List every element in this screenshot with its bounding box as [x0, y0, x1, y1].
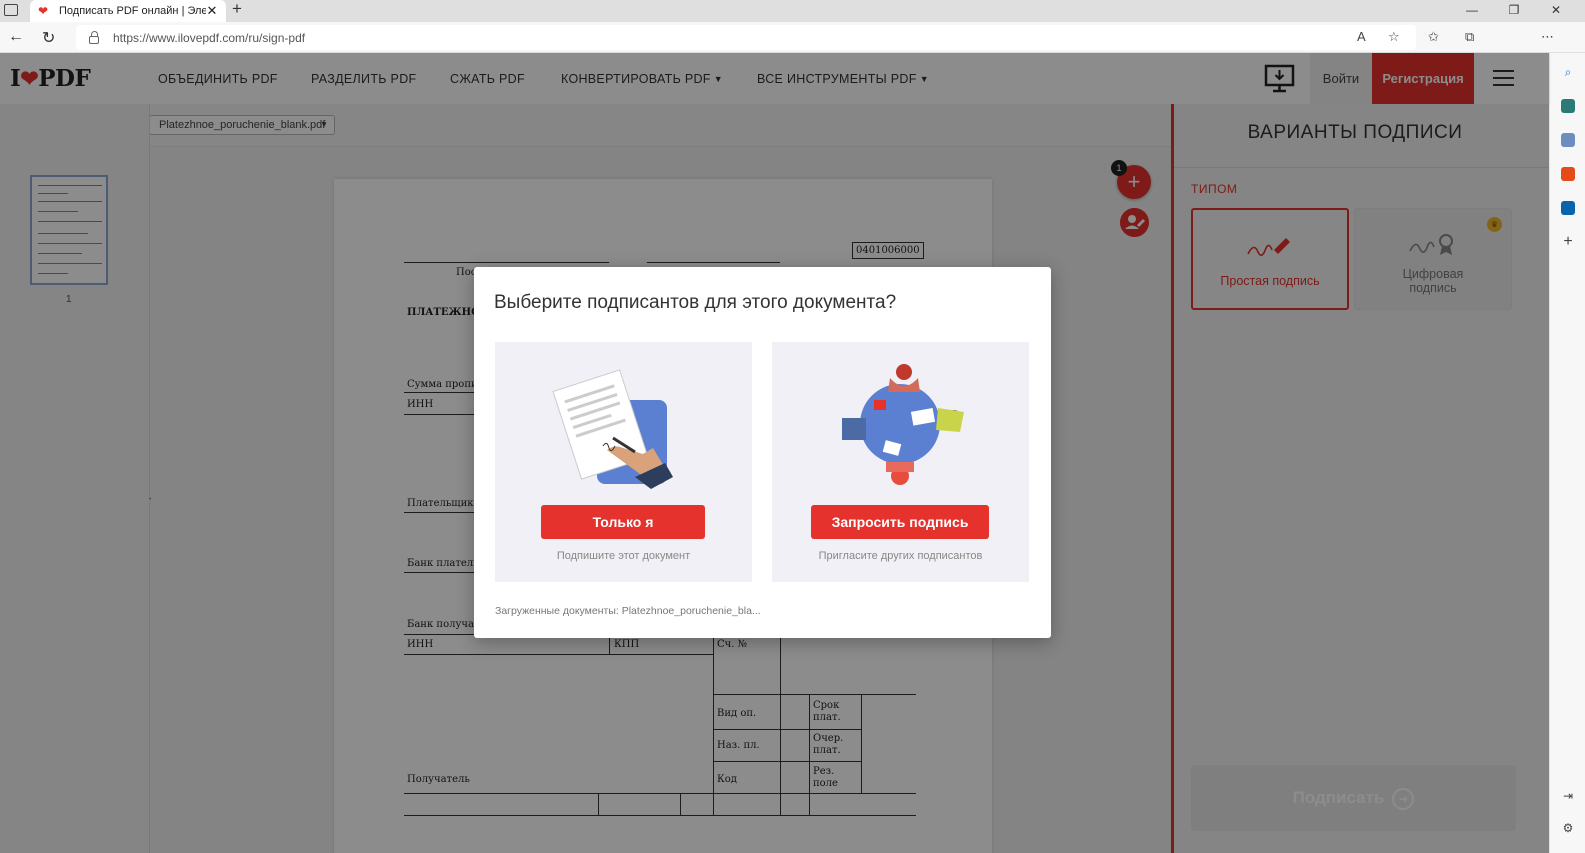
modal-title: Выберите подписантов для этого документа… — [494, 292, 897, 313]
hide-sidebar-icon[interactable]: ⇥ — [1561, 789, 1575, 803]
signers-modal: Выберите подписантов для этого документа… — [474, 267, 1051, 638]
url-text: https://www.ilovepdf.com/ru/sign-pdf — [113, 30, 306, 45]
search-icon[interactable]: ⌕ — [1561, 65, 1575, 79]
read-aloud-icon[interactable]: A — [1357, 29, 1366, 44]
shopping-icon[interactable] — [1561, 99, 1575, 113]
sidebar-toggle-icon[interactable] — [4, 4, 18, 16]
request-signature-card[interactable]: Запросить подпись Пригласите других подп… — [772, 342, 1029, 582]
new-tab-icon[interactable]: + — [232, 0, 242, 18]
url-field[interactable]: https://www.ilovepdf.com/ru/sign-pdf — [76, 25, 1416, 50]
favorites-icon[interactable]: ✩ — [1428, 29, 1439, 45]
browser-tabbar: ❤ Подписать PDF онлайн | Электр ✕ + — ❐ … — [0, 0, 1585, 22]
only-me-card[interactable]: Только я Подпишите этот документ — [495, 342, 752, 582]
edge-sidebar: ⌕ + ⇥ ⚙ — [1549, 53, 1585, 853]
add-favorite-icon[interactable]: ☆ — [1388, 29, 1400, 45]
browser-tab[interactable]: ❤ Подписать PDF онлайн | Электр ✕ — [30, 0, 226, 22]
collections-icon[interactable]: ⧉ — [1465, 29, 1474, 45]
sign-document-illustration — [552, 369, 673, 489]
window-close-icon[interactable]: ✕ — [1539, 0, 1573, 22]
add-sidebar-icon[interactable]: + — [1561, 234, 1575, 250]
tab-close-icon[interactable]: ✕ — [206, 3, 218, 19]
minimize-icon[interactable]: — — [1455, 0, 1489, 22]
only-me-subtitle: Подпишите этот документ — [556, 550, 691, 562]
address-bar: ← ↻ https://www.ilovepdf.com/ru/sign-pdf… — [0, 22, 1585, 53]
team-meeting-illustration — [842, 364, 964, 485]
uploaded-documents: Загруженные документы: Platezhnoe_poruch… — [495, 605, 761, 617]
request-signature-button[interactable]: Запросить подпись — [811, 505, 989, 539]
refresh-icon[interactable]: ↻ — [42, 28, 55, 48]
outlook-icon[interactable] — [1561, 201, 1575, 215]
tools-icon[interactable] — [1561, 133, 1575, 147]
more-icon[interactable]: ⋯ — [1541, 29, 1554, 45]
lock-icon — [89, 30, 99, 44]
back-icon[interactable]: ← — [8, 28, 24, 46]
settings-icon[interactable]: ⚙ — [1561, 821, 1575, 835]
ilovepdf-favicon-icon: ❤ — [38, 4, 49, 18]
tab-title: Подписать PDF онлайн | Электр — [59, 5, 206, 17]
restore-icon[interactable]: ❐ — [1497, 0, 1531, 22]
office-icon[interactable] — [1561, 167, 1575, 181]
request-subtitle: Пригласите других подписантов — [818, 550, 983, 562]
only-me-button[interactable]: Только я — [541, 505, 705, 539]
